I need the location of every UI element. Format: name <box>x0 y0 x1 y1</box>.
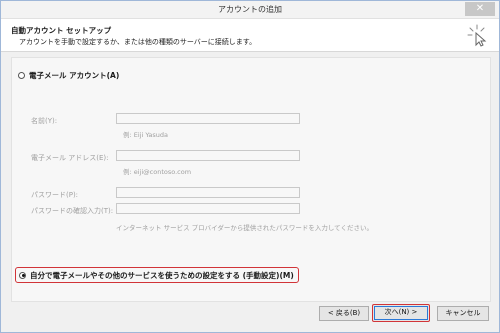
back-button[interactable]: < 戻る(B) <box>319 306 369 321</box>
password-confirm-label: パスワードの確認入力(T): <box>31 207 114 215</box>
manual-setup-option[interactable]: 自分で電子メールやその他のサービスを使うための設定をする (手動設定)(M) <box>15 267 299 283</box>
password-hint: インターネット サービス プロバイダーから提供されたパスワードを入力してください… <box>116 224 373 232</box>
window-title: アカウントの追加 <box>218 5 282 14</box>
add-account-dialog: アカウントの追加 ✕ 自動アカウント セットアップ アカウントを手動で設定するか… <box>0 0 500 333</box>
next-button[interactable]: 次へ(N) > <box>374 306 428 320</box>
name-example: 例: Eiji Yasuda <box>123 131 169 139</box>
email-address-example: 例: eiji@contoso.com <box>123 168 192 176</box>
wizard-header: 自動アカウント セットアップ アカウントを手動で設定するか、または他の種類のサー… <box>1 19 499 52</box>
email-address-input[interactable] <box>116 150 300 161</box>
manual-setup-radio[interactable] <box>19 271 26 279</box>
password-confirm-input[interactable] <box>116 203 300 214</box>
name-label: 名前(Y): <box>31 117 58 125</box>
next-button-highlight[interactable]: 次へ(N) > <box>372 304 430 322</box>
password-label: パスワード(P): <box>31 191 79 199</box>
close-button[interactable]: ✕ <box>465 2 495 16</box>
sparkle-cursor-icon <box>467 24 487 47</box>
title-bar: アカウントの追加 ✕ <box>1 1 499 19</box>
header-title: 自動アカウント セットアップ <box>11 26 112 35</box>
email-account-label: 電子メール アカウント(A) <box>29 71 120 80</box>
manual-setup-label: 自分で電子メールやその他のサービスを使うための設定をする (手動設定)(M) <box>30 270 294 280</box>
password-input[interactable] <box>116 187 300 198</box>
content-panel <box>11 57 491 302</box>
email-account-radio[interactable] <box>18 72 25 79</box>
header-description: アカウントを手動で設定するか、または他の種類のサーバーに接続します。 <box>19 38 257 46</box>
cancel-button[interactable]: キャンセル <box>437 306 489 321</box>
name-input[interactable] <box>116 113 300 124</box>
email-account-option[interactable]: 電子メール アカウント(A) <box>18 70 119 81</box>
email-address-label: 電子メール アドレス(E): <box>31 154 109 162</box>
